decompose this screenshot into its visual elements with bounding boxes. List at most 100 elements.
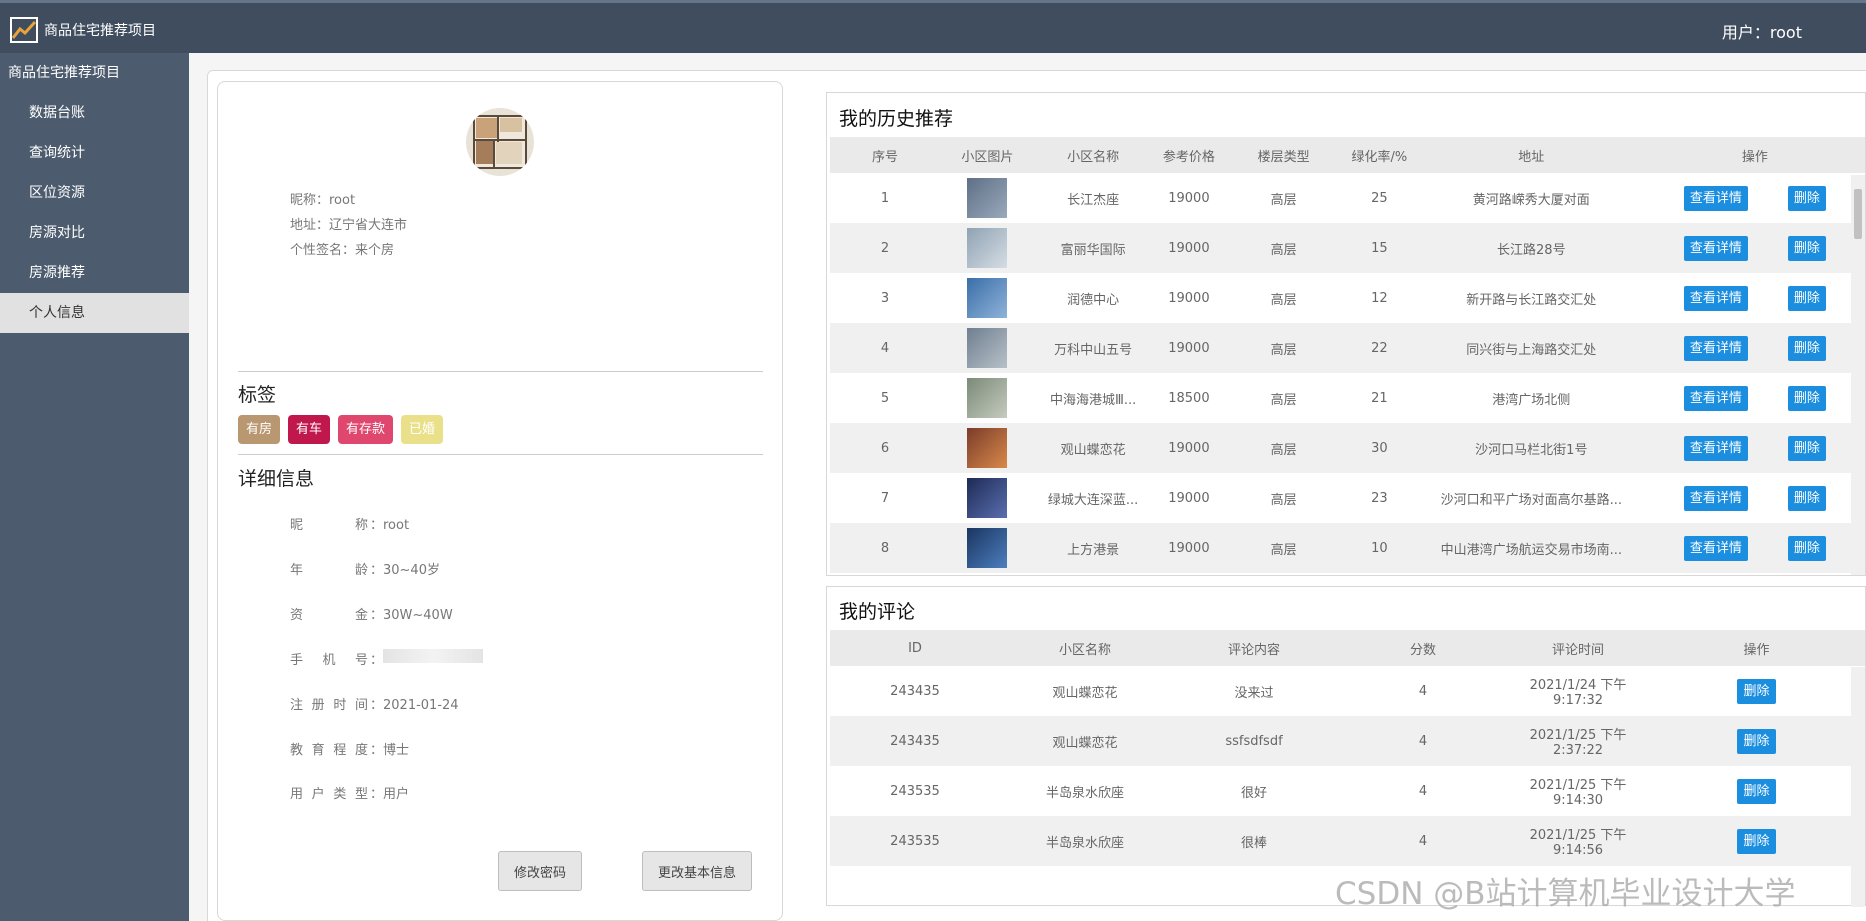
cell-address: 长江路28号 (1417, 223, 1645, 273)
tag-has-savings: 有存款 (338, 415, 394, 444)
detail-education: 教育程度 ：博士 (290, 743, 410, 758)
column-header: 评论时间 (1508, 630, 1648, 666)
sidebar-item-house-recommend[interactable]: 房源推荐 (0, 253, 189, 293)
cell-image (940, 423, 1035, 473)
column-header: 小区图片 (940, 137, 1035, 173)
delete-button[interactable]: 删除 (1787, 285, 1826, 311)
cell-name: 上方港景 (1034, 523, 1152, 573)
cell-name: 半岛泉水欣座 (1045, 785, 1124, 801)
building-thumbnail (967, 478, 1008, 518)
delete-button[interactable]: 删除 (1737, 828, 1776, 854)
view-detail-button[interactable]: 查看详情 (1683, 485, 1748, 511)
detail-title: 详细信息 (238, 468, 315, 490)
cell-name: 观山蝶恋花 (1000, 716, 1170, 766)
cell-time: 2021/1/24 下午9:17:32 (1529, 678, 1627, 708)
table-row: 243435 观山蝶恋花 ssfsdfsdf 4 2021/1/25 下午2:37:22… (830, 716, 1865, 766)
table-row: 243435 观山蝶恋花 没来过 4 2021/1/24 下午9:17:32 删除 (830, 666, 1865, 716)
sidebar-item-data-ledger[interactable]: 数据台账 (0, 93, 189, 133)
detail-nickname: 昵称 ：root (290, 518, 410, 533)
comments-title: 我的评论 (839, 601, 916, 623)
cell-floor: 高层 (1270, 292, 1297, 308)
view-detail-button[interactable]: 查看详情 (1683, 285, 1748, 311)
sidebar-item-personal-info[interactable]: 个人信息 (0, 293, 189, 333)
delete-button[interactable]: 删除 (1787, 335, 1826, 361)
delete-button[interactable]: 删除 (1787, 185, 1826, 211)
view-detail-button[interactable]: 查看详情 (1683, 235, 1748, 261)
cell-no: 4 (830, 323, 941, 373)
cell-id: 243535 (830, 816, 1000, 866)
column-header: 绿化率/% (1340, 137, 1418, 173)
cell-image (940, 523, 1035, 573)
building-thumbnail (967, 278, 1008, 318)
cell-no: 5 (880, 390, 890, 406)
column-header: 操作 (1644, 137, 1865, 173)
delete-button[interactable]: 删除 (1787, 535, 1826, 561)
scrollbar-thumb[interactable] (1854, 189, 1862, 239)
sidebar-item-query-stats[interactable]: 查询统计 (0, 133, 189, 173)
detail-register-time: 注册时间 ：2021-01-24 (290, 698, 459, 713)
building-thumbnail (967, 328, 1008, 368)
cell-address: 沙河口马栏北街1号 (1417, 423, 1645, 473)
cell-price: 19000 (1151, 523, 1227, 573)
change-info-button[interactable]: 更改基本信息 (642, 851, 752, 891)
cell-actions: 查看详情 删除 (1644, 323, 1865, 373)
delete-button[interactable]: 删除 (1737, 678, 1776, 704)
table-row: 4 万科中山五号 19000 高层 22 同兴街与上海路交汇处 查看详情 删除 (830, 323, 1865, 373)
view-detail-button[interactable]: 查看详情 (1683, 435, 1748, 461)
cell-name: 润德中心 (1067, 292, 1120, 308)
user-label[interactable]: 用户：root (1722, 19, 1802, 43)
cell-content: 没来过 (1234, 685, 1274, 701)
column-header: 序号 (830, 137, 941, 173)
cell-no: 2 (830, 223, 941, 273)
delete-button[interactable]: 删除 (1737, 728, 1776, 754)
cell-content: ssfsdfsdf (1170, 716, 1338, 766)
building-thumbnail (967, 528, 1008, 568)
sidebar-item-house-compare[interactable]: 房源对比 (0, 213, 189, 253)
building-thumbnail (967, 428, 1008, 468)
building-thumbnail (967, 378, 1008, 418)
cell-image (940, 173, 1035, 223)
cell-image (940, 373, 1035, 423)
column-header: 楼层类型 (1226, 137, 1341, 173)
cell-image (940, 223, 1035, 273)
cell-no: 6 (830, 423, 941, 473)
view-detail-button[interactable]: 查看详情 (1683, 185, 1748, 211)
cell-price: 19000 (1168, 290, 1210, 306)
view-detail-button[interactable]: 查看详情 (1683, 385, 1748, 411)
cell-price: 19000 (1151, 223, 1227, 273)
cell-price: 19000 (1168, 190, 1210, 206)
cell-name: 绿城大连深蓝... (1047, 492, 1139, 508)
building-thumbnail (967, 228, 1008, 268)
cell-address: 中山港湾广场航运交易市场南... (1417, 523, 1645, 573)
cell-name: 半岛泉水欣座 (1000, 816, 1170, 866)
view-detail-button[interactable]: 查看详情 (1683, 335, 1748, 361)
history-scrollbar[interactable] (1851, 175, 1865, 575)
watermark: CSDN @B站计算机毕业设计大学 (1335, 876, 1796, 912)
cell-score: 4 (1338, 716, 1508, 766)
view-detail-button[interactable]: 查看详情 (1683, 535, 1748, 561)
delete-button[interactable]: 删除 (1787, 435, 1826, 461)
cell-image (940, 323, 1035, 373)
cell-floor: 高层 (1226, 523, 1341, 573)
cell-score: 4 (1338, 816, 1508, 866)
tags-title: 标签 (238, 384, 277, 406)
column-header: 小区名称 (1034, 137, 1152, 173)
delete-button[interactable]: 删除 (1787, 385, 1826, 411)
cell-address: 港湾广场北侧 (1492, 392, 1571, 408)
cell-no: 3 (880, 290, 890, 306)
delete-button[interactable]: 删除 (1737, 778, 1776, 804)
cell-price: 18500 (1168, 390, 1210, 406)
cell-price: 19000 (1151, 423, 1227, 473)
change-password-button[interactable]: 修改密码 (498, 851, 582, 891)
cell-name: 中海海港城Ⅲ... (1049, 392, 1137, 408)
sidebar-root[interactable]: 商品住宅推荐项目 (0, 53, 189, 93)
delete-button[interactable]: 删除 (1787, 485, 1826, 511)
tag-has-house: 有房 (238, 415, 281, 444)
comments-scrollbar[interactable] (1851, 667, 1865, 907)
cell-score: 4 (1418, 683, 1428, 699)
delete-button[interactable]: 删除 (1787, 235, 1826, 261)
cell-no: 8 (830, 523, 941, 573)
tag-married: 已婚 (401, 415, 444, 444)
sidebar-item-location-resources[interactable]: 区位资源 (0, 173, 189, 213)
table-row: 8 上方港景 19000 高层 10 中山港湾广场航运交易市场南... 查看详情 删除 (830, 523, 1865, 573)
